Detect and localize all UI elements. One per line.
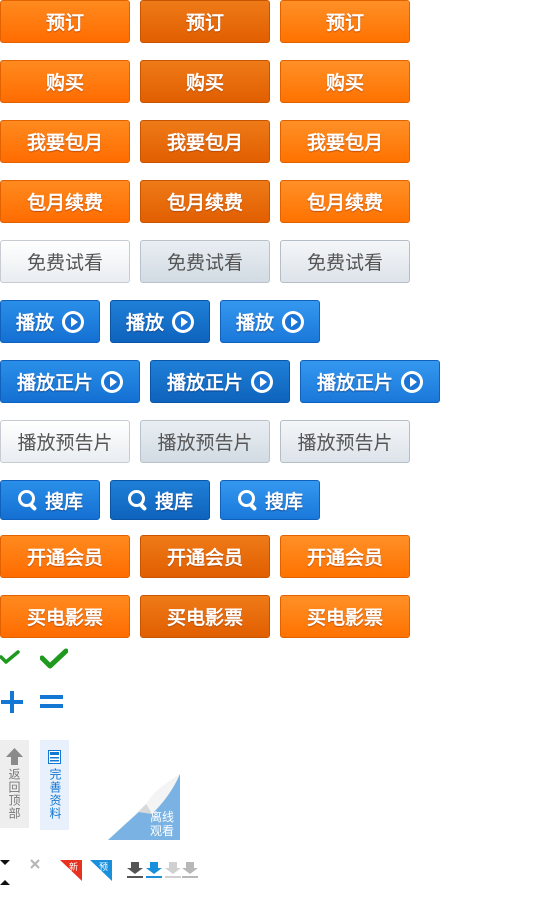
free-trial-label: 免费试看 <box>166 252 243 274</box>
new-badge: 新 <box>60 860 82 881</box>
check-small-icon <box>0 650 20 664</box>
play-circle-icon <box>401 370 423 393</box>
equals-icon <box>40 695 63 708</box>
search-icon <box>17 489 39 511</box>
open-member-button-pressed[interactable]: 开通会员 <box>140 535 270 578</box>
buy-movie-label: 买电影票 <box>26 607 103 629</box>
play-label: 播放 <box>15 312 54 334</box>
renew-label: 包月续费 <box>166 192 243 214</box>
order-label: 预订 <box>325 12 364 34</box>
search-icon <box>127 489 149 511</box>
search-label: 搜库 <box>264 490 303 513</box>
play-button-pressed[interactable]: 播放 <box>110 300 210 343</box>
order-button-hover[interactable]: 预订 <box>280 0 410 43</box>
back-to-top-label: 返回顶部 <box>7 768 21 820</box>
search-icon <box>237 489 259 511</box>
play-circle-icon <box>101 370 123 393</box>
play-circle-icon <box>282 310 304 333</box>
open-member-label: 开通会员 <box>26 547 103 569</box>
open-member-label: 开通会员 <box>166 547 243 569</box>
play-label: 播放 <box>125 312 164 334</box>
buy-button-pressed[interactable]: 购买 <box>140 60 270 103</box>
play-trailer-label: 播放预告片 <box>157 432 253 454</box>
monthly-button-hover[interactable]: 我要包月 <box>280 120 410 163</box>
play-button[interactable]: 播放 <box>0 300 100 343</box>
new-badge-label: 新 <box>69 863 79 873</box>
order-label: 预订 <box>185 12 224 34</box>
renew-button-pressed[interactable]: 包月续费 <box>140 180 270 223</box>
offline-watch-label: 离线观看 <box>150 810 175 838</box>
download-icon-blue[interactable] <box>146 862 162 878</box>
offline-watch-corner[interactable]: 离线观看 <box>108 774 180 840</box>
play-trailer-button-hover[interactable]: 播放预告片 <box>280 420 410 463</box>
play-trailer-label: 播放预告片 <box>17 432 113 454</box>
plus-icon <box>1 691 23 713</box>
buy-label: 购买 <box>45 72 84 94</box>
renew-button[interactable]: 包月续费 <box>0 180 130 223</box>
renew-button-hover[interactable]: 包月续费 <box>280 180 410 223</box>
order-label: 预订 <box>45 12 84 34</box>
search-button-hover[interactable]: 搜库 <box>220 480 320 520</box>
monthly-label: 我要包月 <box>26 132 103 154</box>
free-trial-button-hover[interactable]: 免费试看 <box>280 240 410 283</box>
check-large-icon <box>40 648 68 669</box>
close-icon[interactable] <box>29 858 41 870</box>
free-trial-label: 免费试看 <box>306 252 383 274</box>
buy-movie-label: 买电影票 <box>306 607 383 629</box>
buy-movie-button-pressed[interactable]: 买电影票 <box>140 595 270 638</box>
play-circle-icon <box>62 310 84 333</box>
monthly-button[interactable]: 我要包月 <box>0 120 130 163</box>
renew-label: 包月续费 <box>306 192 383 214</box>
monthly-label: 我要包月 <box>306 132 383 154</box>
preview-badge: 预 <box>90 860 112 881</box>
buy-movie-button-hover[interactable]: 买电影票 <box>280 595 410 638</box>
renew-label: 包月续费 <box>26 192 103 214</box>
play-full-label: 播放正片 <box>16 372 93 394</box>
complete-profile-button[interactable]: 完善资料 <box>40 740 69 830</box>
search-label: 搜库 <box>44 490 83 513</box>
play-trailer-button-pressed[interactable]: 播放预告片 <box>140 420 270 463</box>
play-full-button[interactable]: 播放正片 <box>0 360 140 403</box>
buy-movie-button[interactable]: 买电影票 <box>0 595 130 638</box>
search-button[interactable]: 搜库 <box>0 480 100 520</box>
play-trailer-label: 播放预告片 <box>297 432 393 454</box>
open-member-button[interactable]: 开通会员 <box>0 535 130 578</box>
order-button-pressed[interactable]: 预订 <box>140 0 270 43</box>
play-circle-icon <box>172 310 194 333</box>
buy-label: 购买 <box>185 72 224 94</box>
preview-badge-label: 预 <box>99 863 109 873</box>
play-full-label: 播放正片 <box>166 372 243 394</box>
monthly-label: 我要包月 <box>166 132 243 154</box>
buy-button-hover[interactable]: 购买 <box>280 60 410 103</box>
order-button[interactable]: 预订 <box>0 0 130 43</box>
monthly-button-pressed[interactable]: 我要包月 <box>140 120 270 163</box>
buy-label: 购买 <box>325 72 364 94</box>
download-icon-light <box>182 862 198 878</box>
open-member-button-hover[interactable]: 开通会员 <box>280 535 410 578</box>
back-to-top-button[interactable]: 返回顶部 <box>0 740 29 828</box>
search-button-pressed[interactable]: 搜库 <box>110 480 210 520</box>
play-full-button-hover[interactable]: 播放正片 <box>300 360 440 403</box>
download-icon-disabled <box>165 862 181 878</box>
play-full-button-pressed[interactable]: 播放正片 <box>150 360 290 403</box>
play-circle-icon <box>251 370 273 393</box>
complete-profile-label: 完善资料 <box>48 768 62 820</box>
profile-card-icon <box>48 750 61 764</box>
arrow-up-icon <box>6 748 23 765</box>
play-full-label: 播放正片 <box>316 372 393 394</box>
download-icon-dark[interactable] <box>127 862 143 878</box>
free-trial-label: 免费试看 <box>26 252 103 274</box>
free-trial-button-pressed[interactable]: 免费试看 <box>140 240 270 283</box>
buy-button[interactable]: 购买 <box>0 60 130 103</box>
play-label: 播放 <box>235 312 274 334</box>
open-member-label: 开通会员 <box>306 547 383 569</box>
sort-arrows-icon[interactable] <box>0 858 12 888</box>
play-button-hover[interactable]: 播放 <box>220 300 320 343</box>
buy-movie-label: 买电影票 <box>166 607 243 629</box>
play-trailer-button[interactable]: 播放预告片 <box>0 420 130 463</box>
search-label: 搜库 <box>154 490 193 513</box>
free-trial-button[interactable]: 免费试看 <box>0 240 130 283</box>
